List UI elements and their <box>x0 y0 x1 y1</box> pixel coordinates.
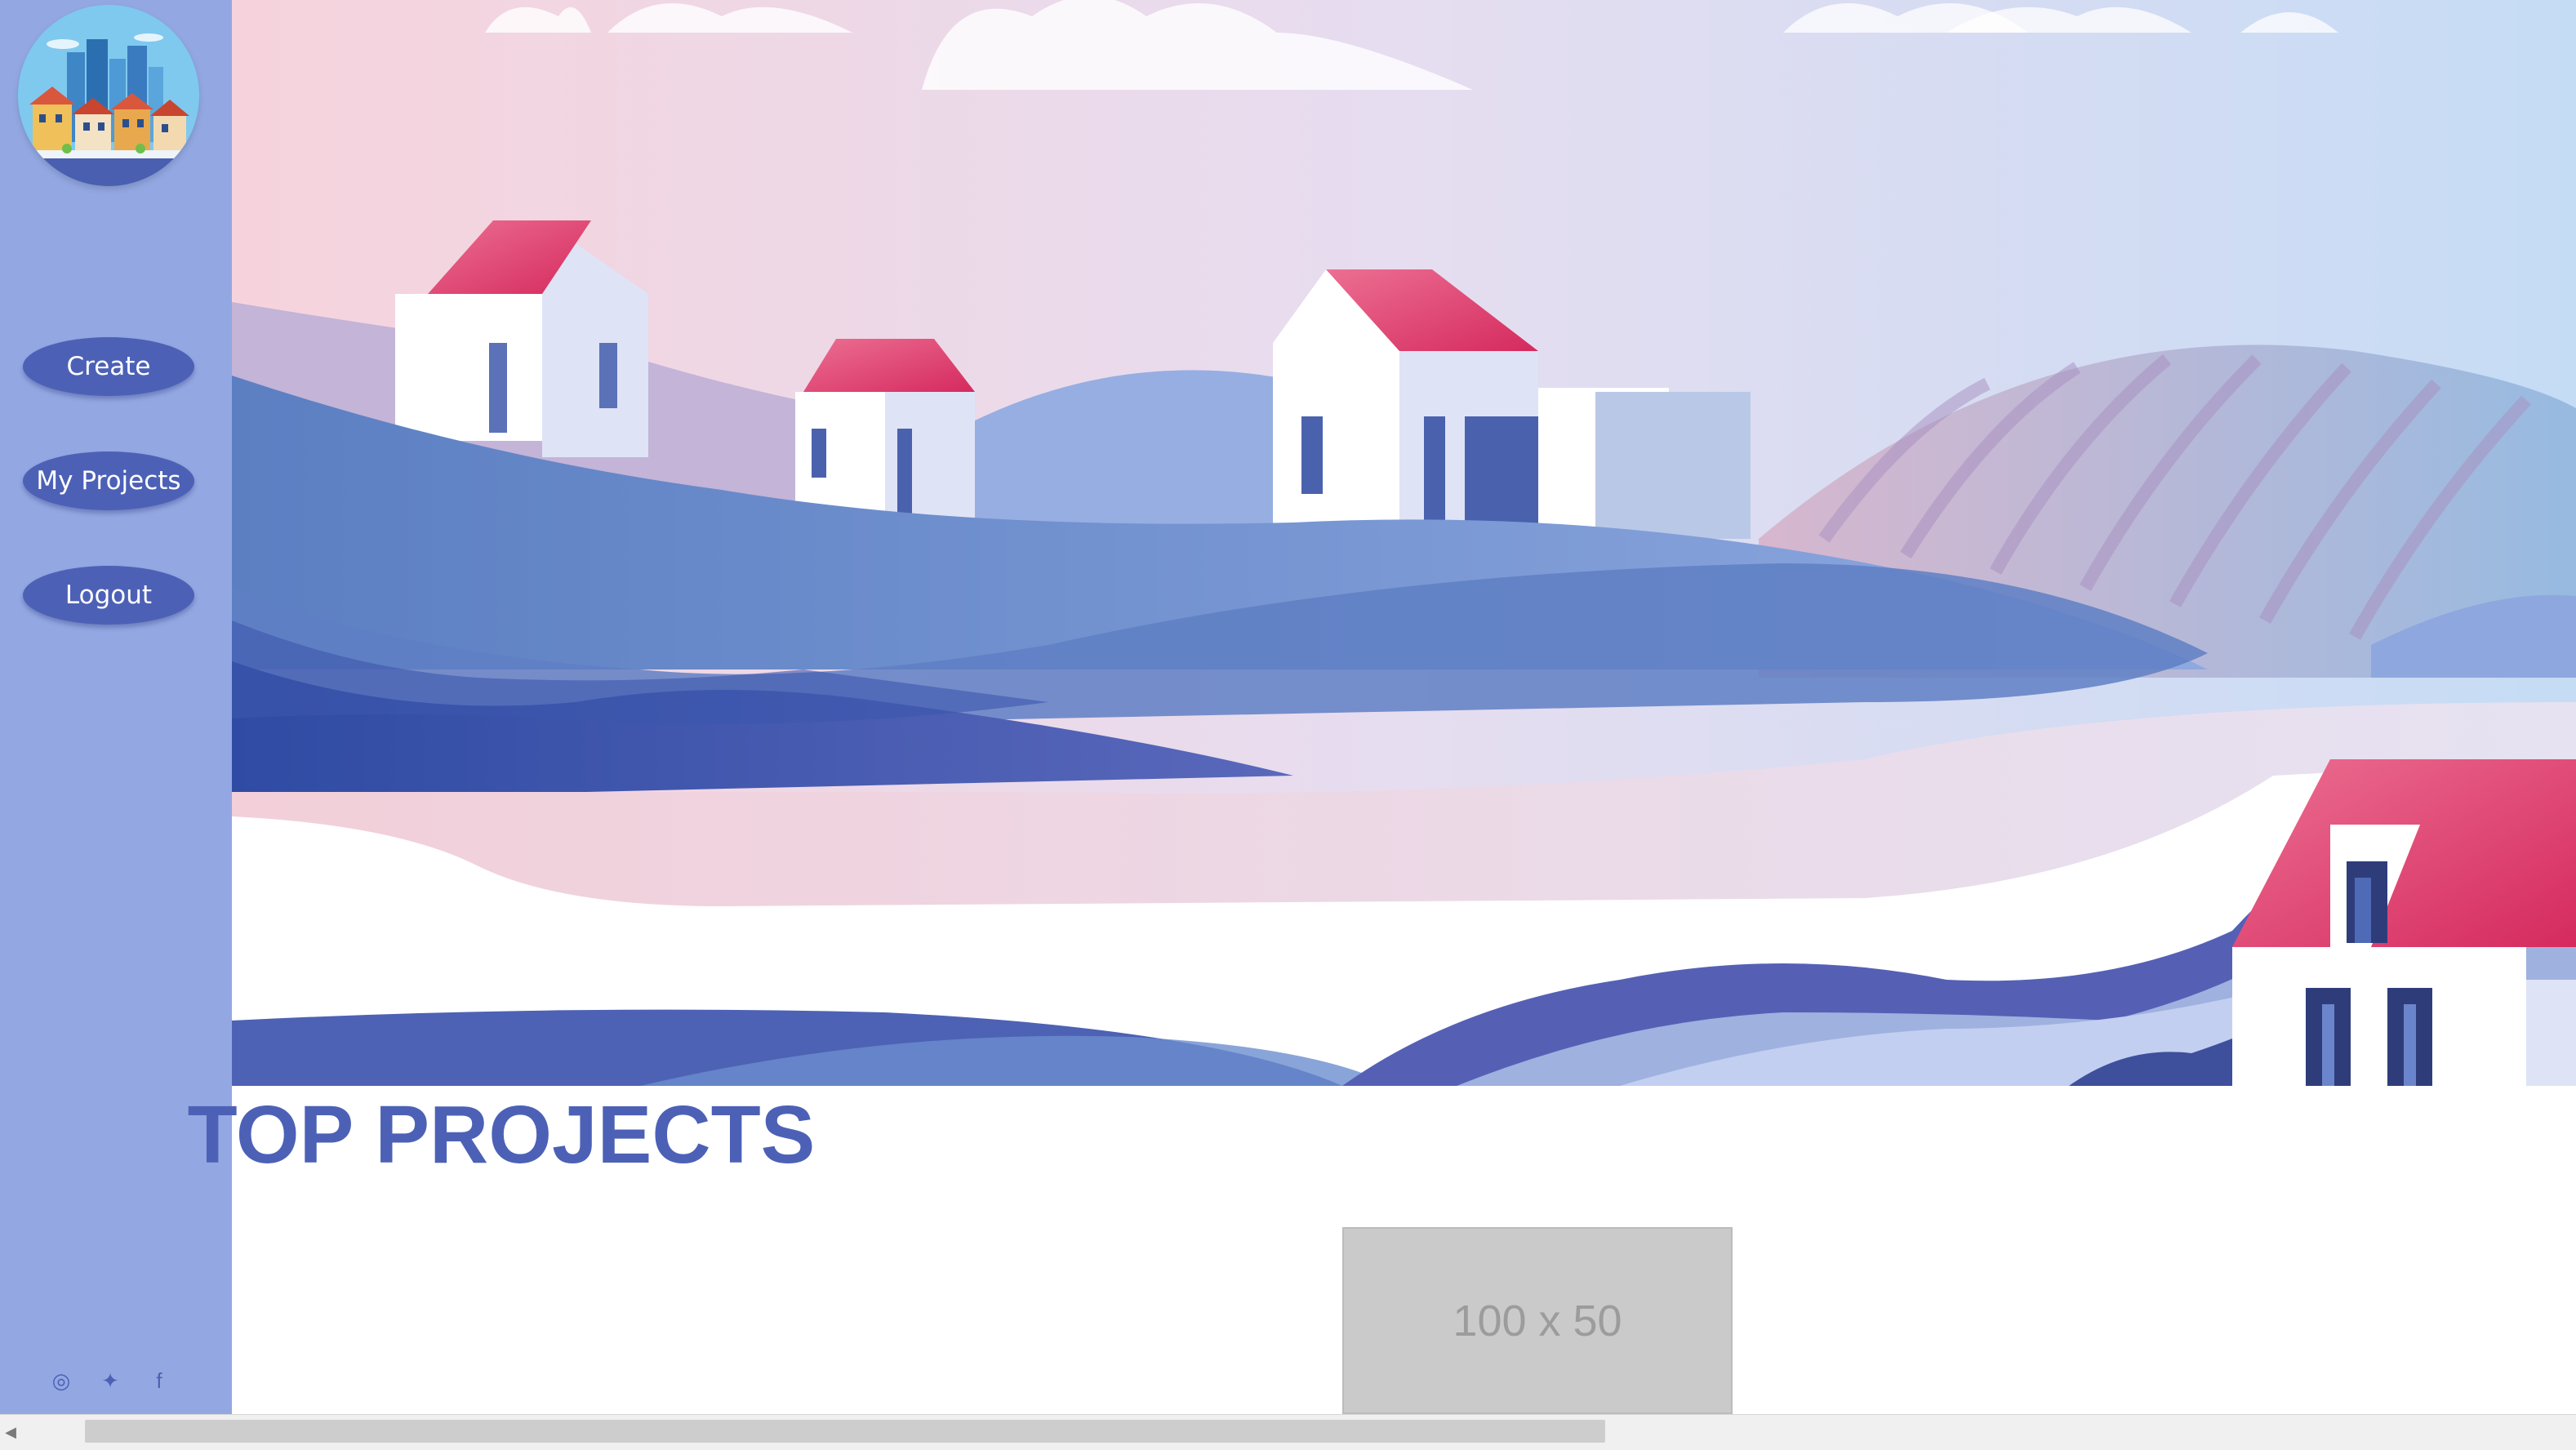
horizontal-scrollbar[interactable]: ◀ <box>0 1414 2576 1450</box>
create-button[interactable]: Create <box>23 337 194 396</box>
logout-button[interactable]: Logout <box>23 566 194 625</box>
sidebar: Create My Projects Logout ◎ ✦ f <box>0 0 232 1414</box>
project-image-placeholder[interactable]: 100 x 50 <box>1342 1227 1733 1414</box>
instagram-icon[interactable]: ◎ <box>49 1368 73 1393</box>
facebook-icon[interactable]: f <box>147 1368 171 1393</box>
scroll-left-arrow-icon[interactable]: ◀ <box>0 1415 21 1450</box>
hero-banner <box>232 0 2576 1086</box>
scrollbar-thumb[interactable] <box>85 1420 1605 1443</box>
my-projects-button[interactable]: My Projects <box>23 451 194 510</box>
section-title-top-projects: TOP PROJECTS <box>187 1089 816 1181</box>
social-links: ◎ ✦ f <box>49 1368 171 1393</box>
city-logo[interactable] <box>18 5 199 186</box>
twitter-icon[interactable]: ✦ <box>98 1368 122 1393</box>
